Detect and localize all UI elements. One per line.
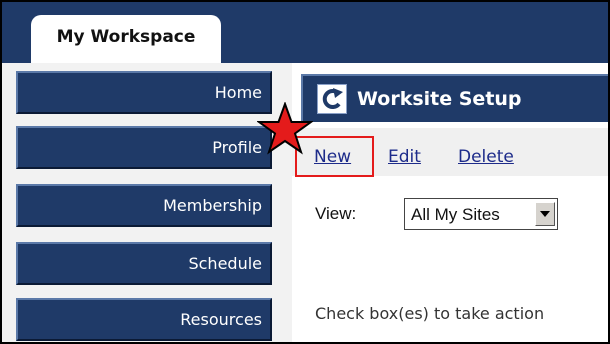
- tab-my-workspace[interactable]: My Workspace: [31, 15, 221, 63]
- red-star-icon: [257, 102, 313, 155]
- sidebar-item-label: Membership: [163, 196, 262, 215]
- delete-link[interactable]: Delete: [458, 147, 514, 167]
- sidebar-item-membership[interactable]: Membership: [16, 184, 272, 227]
- tab-my-workspace-label: My Workspace: [56, 27, 196, 47]
- chevron-down-icon[interactable]: [535, 202, 555, 226]
- view-select-value: All My Sites: [411, 205, 500, 224]
- tool-title-bar: Worksite Setup: [301, 74, 608, 122]
- sidebar-item-schedule[interactable]: Schedule: [16, 242, 272, 285]
- sidebar-item-label: Resources: [180, 310, 262, 329]
- top-tab-bar: My Workspace: [2, 2, 608, 63]
- sidebar-item-label: Schedule: [188, 254, 262, 273]
- sidebar-item-label: Profile: [212, 138, 262, 157]
- edit-link[interactable]: Edit: [388, 147, 421, 167]
- sidebar-item-profile[interactable]: Profile: [16, 126, 272, 169]
- sidebar-item-label: Home: [214, 83, 262, 102]
- sidebar-item-resources[interactable]: Resources: [16, 298, 272, 341]
- app-frame: My Workspace Home Profile Membership Sch…: [0, 0, 610, 344]
- view-select[interactable]: All My Sites: [404, 198, 558, 230]
- view-label: View:: [315, 204, 357, 223]
- instruction-text: Check box(es) to take action: [315, 304, 545, 323]
- tool-title: Worksite Setup: [357, 88, 522, 110]
- sidebar-item-home[interactable]: Home: [16, 71, 272, 114]
- reset-arrow-icon[interactable]: [317, 84, 347, 114]
